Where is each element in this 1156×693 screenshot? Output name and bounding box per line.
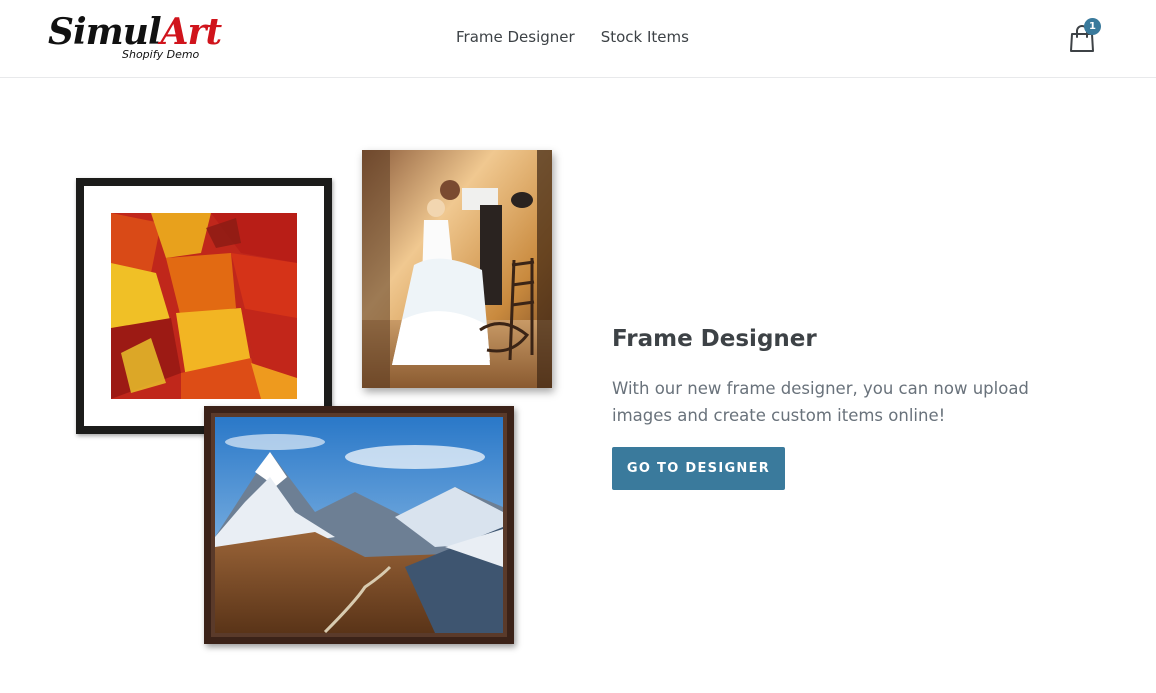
- autumn-leaves-photo: [111, 213, 297, 399]
- nav-link-frame-designer[interactable]: Frame Designer: [456, 28, 575, 46]
- cart-button[interactable]: 1: [1068, 18, 1101, 56]
- framed-leaves-image: [76, 178, 332, 434]
- feature-description: With our new frame designer, you can now…: [612, 379, 1029, 425]
- frame-mat: [84, 186, 324, 426]
- logo-subtitle: Shopify Demo: [122, 48, 200, 61]
- framed-mountain-image: [204, 406, 514, 644]
- site-header: SimulArt Shopify Demo Frame Designer Sto…: [0, 0, 1156, 78]
- feature-title: Frame Designer: [612, 326, 817, 352]
- main-nav: Frame Designer Stock Items: [456, 28, 689, 46]
- logo-text-art: Art: [160, 11, 223, 53]
- nav-link-stock-items[interactable]: Stock Items: [601, 28, 689, 46]
- wedding-canvas-image: [362, 150, 552, 388]
- site-logo[interactable]: SimulArt Shopify Demo: [48, 10, 222, 66]
- cart-count-badge: 1: [1084, 18, 1101, 35]
- mountain-photo: [211, 413, 507, 637]
- go-to-designer-button[interactable]: GO TO DESIGNER: [612, 447, 785, 490]
- logo-text-simul: Simul: [48, 11, 162, 53]
